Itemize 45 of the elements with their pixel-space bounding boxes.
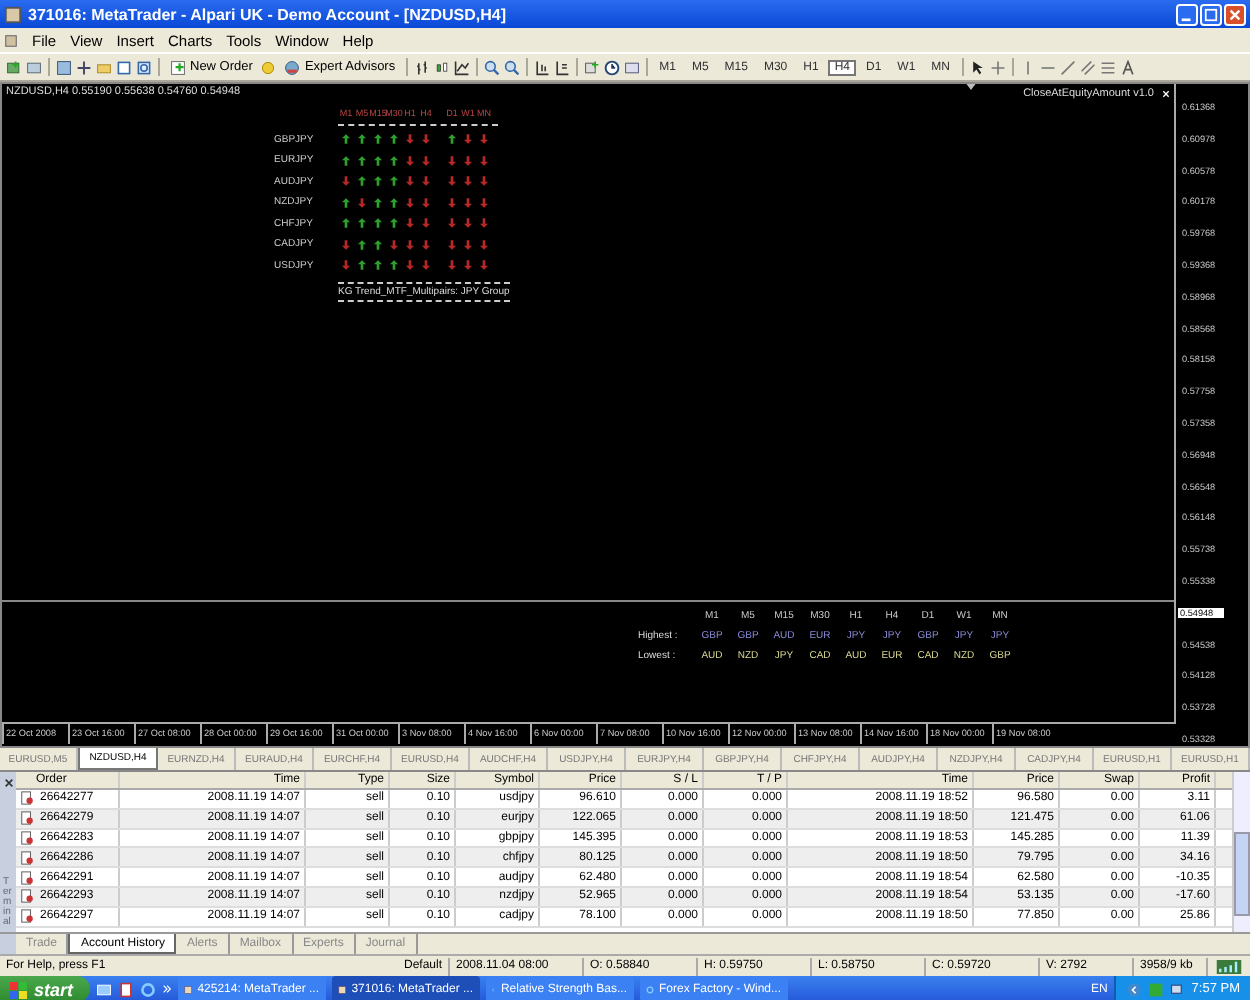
close-button[interactable]: [1224, 3, 1246, 25]
line-chart-icon[interactable]: [453, 59, 470, 75]
connection-bars-icon: [1216, 959, 1242, 973]
new-chart-icon[interactable]: [6, 59, 22, 75]
chart-shift-icon[interactable]: [533, 59, 550, 75]
coin-icon[interactable]: [260, 59, 277, 75]
network-icon[interactable]: [1169, 981, 1186, 997]
minimize-button[interactable]: [1176, 3, 1198, 25]
scrollbar[interactable]: [1232, 772, 1250, 932]
shift-marker-icon[interactable]: [966, 84, 976, 90]
auto-scroll-icon[interactable]: [553, 59, 570, 75]
templates-icon[interactable]: [623, 59, 640, 75]
windows-flag-icon: [8, 979, 28, 999]
document-icon: [4, 33, 18, 47]
candlestick-icon[interactable]: [433, 59, 450, 75]
order-icon: [20, 908, 34, 925]
window-icon[interactable]: [116, 59, 132, 75]
clock-icon[interactable]: [603, 59, 620, 75]
zoom-out-icon[interactable]: [503, 59, 520, 75]
arrow-icon[interactable]: [1125, 981, 1142, 997]
cursor-icon[interactable]: [970, 59, 986, 75]
text-tool-icon[interactable]: [1120, 59, 1136, 75]
document-plus-icon: [170, 59, 186, 75]
order-icon: [20, 790, 34, 807]
channel-icon[interactable]: [1080, 59, 1096, 75]
app-icon: [183, 981, 192, 997]
trendline-icon[interactable]: [1060, 59, 1076, 75]
desktop-icon[interactable]: [95, 981, 112, 997]
indicators-icon[interactable]: [583, 59, 600, 75]
document-icon[interactable]: [117, 981, 134, 997]
app-icon: [4, 5, 22, 23]
crosshair-move-icon[interactable]: [76, 59, 92, 75]
zoom-in-icon[interactable]: [483, 59, 500, 75]
maximize-button[interactable]: [1200, 3, 1222, 25]
close-icon: [1228, 7, 1242, 21]
chevron-icon[interactable]: [161, 984, 172, 994]
close-icon[interactable]: [3, 778, 13, 788]
profiles-icon[interactable]: [26, 59, 42, 75]
maximize-icon: [1204, 7, 1218, 21]
start-button[interactable]: start: [0, 976, 90, 1000]
fibonacci-icon[interactable]: [1100, 59, 1116, 75]
bar-chart-icon[interactable]: [413, 59, 430, 75]
window-title: 371016: MetaTrader - Alpari UK - Demo Account - [NZDUSD,H4]: [28, 5, 509, 23]
order-icon: [20, 849, 34, 866]
app-icon: [337, 981, 346, 997]
